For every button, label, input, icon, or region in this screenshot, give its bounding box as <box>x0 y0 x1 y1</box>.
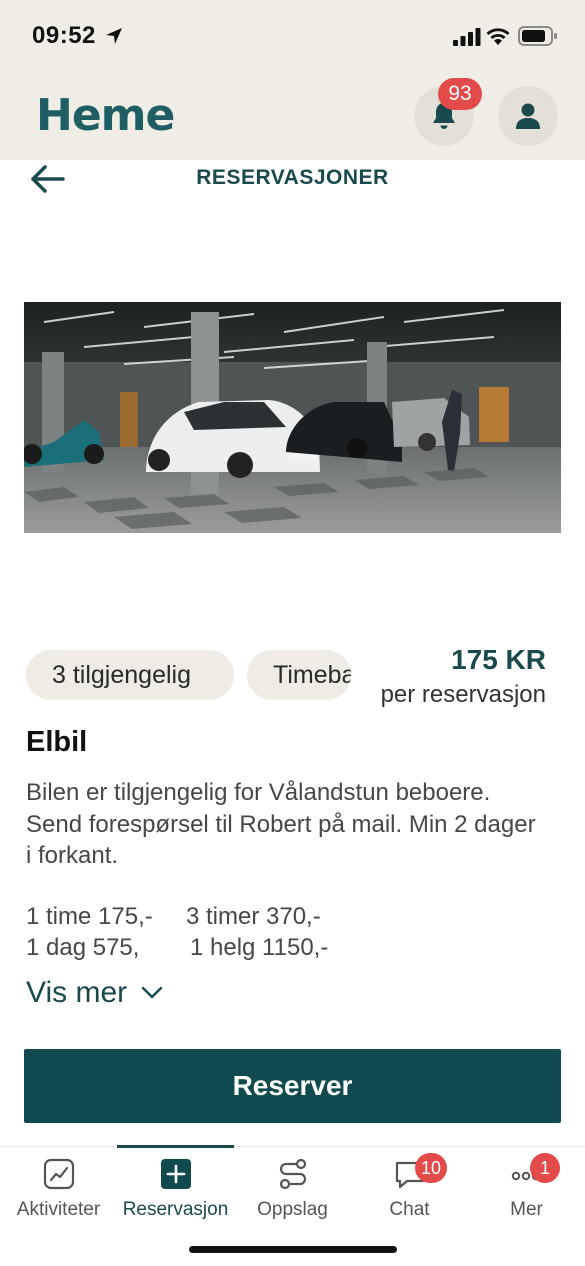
nav-item-reservasjon[interactable]: Reservasjon <box>117 1147 234 1237</box>
plus-square-icon <box>161 1159 191 1189</box>
nav-label: Oppslag <box>257 1199 328 1220</box>
nav-item-oppslag[interactable]: Oppslag <box>234 1147 351 1237</box>
show-more-button[interactable]: Vis mer <box>26 976 163 1010</box>
availability-chip: 3 tilgjengelig <box>26 650 234 700</box>
nav-item-chat[interactable]: Chat 10 <box>351 1147 468 1237</box>
nav-item-aktiviteter[interactable]: Aktiviteter <box>0 1147 117 1237</box>
app-header: 09:52 Heme 93 <box>0 0 585 160</box>
rate-3-hours: 3 timer 370,- <box>186 903 321 930</box>
price-unit: per reservasjon <box>368 681 546 709</box>
rate-weekend: 1 helg 1150,- <box>190 934 329 961</box>
nav-label: Aktiviteter <box>16 1199 101 1220</box>
user-icon <box>516 103 540 129</box>
home-indicator <box>189 1246 397 1253</box>
listing-title: Elbil <box>26 726 88 758</box>
battery-icon <box>518 26 557 46</box>
reserve-button[interactable]: Reserver <box>24 1049 561 1123</box>
listing-description: Bilen er tilgjengelig for Vålandstun beb… <box>26 779 536 869</box>
cellular-signal-icon <box>453 28 481 46</box>
nav-label: Chat <box>389 1199 430 1220</box>
chat-badge: 10 <box>415 1153 448 1183</box>
rate-1-hour: 1 time 175,- <box>26 903 153 930</box>
wifi-icon <box>486 28 510 45</box>
garage-photo <box>24 302 561 533</box>
rate-1-day: 1 dag 575, <box>26 934 140 961</box>
show-more-label: Vis mer <box>26 976 128 1009</box>
more-badge: 1 <box>530 1153 560 1183</box>
app-logo: Heme <box>36 90 175 141</box>
chevron-down-icon <box>141 986 163 999</box>
nav-label: Reservasjon <box>122 1199 229 1220</box>
notification-badge: 93 <box>438 78 482 110</box>
nav-item-mer[interactable]: Mer 1 <box>468 1147 585 1237</box>
page-title: RESERVASJONER <box>196 166 389 189</box>
price: 175 KR <box>451 644 546 675</box>
location-arrow-icon <box>106 28 122 44</box>
chart-icon <box>43 1158 75 1190</box>
nav-label: Mer <box>510 1199 543 1220</box>
status-time: 09:52 <box>32 22 96 49</box>
profile-button[interactable] <box>498 86 558 146</box>
booking-type-chip: Timebasert <box>247 650 351 700</box>
route-icon <box>279 1158 307 1190</box>
listing-image <box>24 302 561 533</box>
